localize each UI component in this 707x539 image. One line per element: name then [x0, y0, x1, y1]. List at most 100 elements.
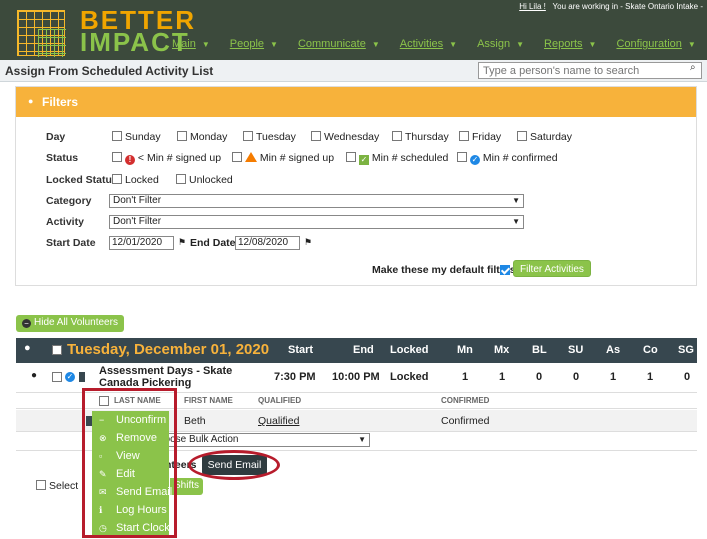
shift-co: 1 — [647, 371, 654, 383]
day-sunday[interactable]: Sunday — [112, 131, 161, 143]
chevron-down-icon: ▼ — [371, 40, 380, 49]
shift-end: 10:00 PM — [332, 371, 380, 383]
filters-title: Filters — [42, 95, 79, 109]
col-mx[interactable]: Mx — [494, 344, 509, 356]
filter-activities-button[interactable]: Filter Activities — [513, 260, 591, 277]
category-label: Category — [46, 195, 92, 207]
start-date-label: Start Date — [46, 237, 96, 249]
collapse-shift-icon[interactable]: ● — [31, 370, 37, 381]
nav-main[interactable]: Main ▼ — [172, 38, 210, 50]
nav-assign[interactable]: Assign ▼ — [477, 38, 524, 50]
hide-all-volunteers-button[interactable]: − Hide All Volunteers — [16, 315, 124, 332]
col-bl[interactable]: BL — [532, 344, 547, 356]
day-title: Tuesday, December 01, 2020 — [67, 341, 270, 358]
check-square-icon: ✓ — [359, 155, 369, 165]
day-friday[interactable]: Friday — [459, 131, 501, 143]
working-in-text: You are working in - Skate Ontario Intak… — [552, 2, 703, 11]
top-header: BETTER IMPACT Hi Lila ! You are working … — [0, 0, 707, 60]
logo-grid-icon — [17, 10, 66, 57]
col-sg[interactable]: SG — [678, 344, 694, 356]
bulk-action-select[interactable]: hoose Bulk Action ▼ — [155, 433, 370, 447]
nav-people[interactable]: People ▼ — [230, 38, 278, 50]
shift-mx: 1 — [499, 371, 506, 383]
col-locked[interactable]: Locked — [390, 344, 429, 356]
day-monday[interactable]: Monday — [177, 131, 227, 143]
shift-mn: 1 — [462, 371, 469, 383]
user-name-link[interactable]: Hi Lila ! — [519, 2, 546, 11]
nav-reports[interactable]: Reports ▼ — [544, 38, 596, 50]
end-date-input[interactable]: 12/08/2020 — [235, 236, 300, 250]
send-email-highlight — [188, 450, 280, 480]
volunteer-confirmed: Confirmed — [441, 415, 490, 427]
collapse-icon: ● — [28, 96, 34, 106]
main-nav: Main ▼ People ▼ Communicate ▼ Activities ▼ A… — [172, 38, 707, 50]
select-all[interactable]: Select — [36, 480, 78, 492]
menu-highlight-box — [82, 388, 177, 538]
day-select-checkbox[interactable] — [52, 345, 62, 355]
nav-activities[interactable]: Activities ▼ — [400, 38, 457, 50]
col-as[interactable]: As — [606, 344, 620, 356]
day-saturday[interactable]: Saturday — [517, 131, 572, 143]
category-select[interactable]: Don't Filter ▼ — [109, 194, 524, 208]
collapse-day-icon[interactable]: ● — [24, 342, 31, 354]
chevron-down-icon: ▼ — [449, 40, 458, 49]
calendar-flag-icon[interactable]: ⚑ — [304, 237, 312, 248]
status-min-scheduled[interactable]: ✓ Min # scheduled — [346, 152, 448, 165]
locked-checkbox[interactable]: Locked — [112, 174, 159, 186]
start-date-input[interactable]: 12/01/2020 — [109, 236, 174, 250]
nav-configuration[interactable]: Configuration ▼ — [616, 38, 695, 50]
chevron-down-icon: ▼ — [512, 217, 520, 226]
col-start[interactable]: Start — [288, 344, 313, 356]
nav-communicate[interactable]: Communicate ▼ — [298, 38, 380, 50]
chevron-down-icon: ▼ — [358, 435, 366, 444]
activity-select[interactable]: Don't Filter ▼ — [109, 215, 524, 229]
shift-sg: 0 — [684, 371, 691, 383]
col-confirmed[interactable]: CONFIRMED — [441, 396, 489, 405]
drag-handle-icon[interactable] — [79, 372, 85, 382]
chevron-down-icon: ▼ — [516, 40, 525, 49]
chevron-down-icon: ▼ — [588, 40, 597, 49]
chevron-down-icon: ▼ — [512, 196, 520, 205]
calendar-flag-icon[interactable]: ⚑ — [178, 237, 186, 248]
end-date-label: End Date — [190, 237, 236, 249]
shift-select-checkbox[interactable] — [52, 372, 62, 382]
shift-bl: 0 — [536, 371, 543, 383]
day-wednesday[interactable]: Wednesday — [311, 131, 379, 143]
locked-status-label: Locked Status — [46, 174, 118, 186]
check-circle-icon: ✓ — [65, 372, 75, 382]
status-min-signed[interactable]: Min # signed up — [232, 152, 334, 164]
check-circle-icon: ✓ — [470, 155, 480, 165]
warning-icon — [245, 152, 257, 162]
col-co[interactable]: Co — [643, 344, 658, 356]
col-mn[interactable]: Mn — [457, 344, 473, 356]
default-filters-label: Make these my default filters — [372, 264, 516, 276]
page-title: Assign From Scheduled Activity List — [5, 64, 214, 78]
default-filters-checkbox[interactable] — [500, 265, 510, 275]
person-search-input[interactable] — [478, 62, 702, 79]
status-below-min-signed[interactable]: ! < Min # signed up — [112, 152, 221, 165]
shift-as: 1 — [610, 371, 617, 383]
chevron-down-icon: ▼ — [201, 40, 210, 49]
day-thursday[interactable]: Thursday — [392, 131, 449, 143]
col-su[interactable]: SU — [568, 344, 583, 356]
chevron-down-icon: ▼ — [687, 40, 696, 49]
col-end[interactable]: End — [353, 344, 374, 356]
shift-locked: Locked — [390, 371, 429, 383]
minus-circle-icon: − — [22, 319, 31, 328]
volunteer-qualified-link[interactable]: Qualified — [258, 415, 299, 427]
alert-icon: ! — [125, 155, 135, 165]
user-info: Hi Lila ! You are working in - Skate Ont… — [519, 2, 703, 11]
volunteer-first-name: Beth — [184, 415, 206, 427]
shift-su: 0 — [573, 371, 580, 383]
title-bar: Assign From Scheduled Activity List — [0, 60, 707, 82]
col-qualified[interactable]: QUALIFIED — [258, 396, 301, 405]
shift-name: Assessment Days - Skate Canada Pickering — [99, 365, 233, 389]
filters-header[interactable]: ● Filters — [16, 87, 696, 117]
activity-label: Activity — [46, 216, 84, 228]
col-first-name[interactable]: FIRST NAME — [184, 396, 233, 405]
status-min-confirmed[interactable]: ✓ Min # confirmed — [457, 152, 558, 165]
search-icon[interactable]: ⌕ — [690, 62, 696, 73]
chevron-down-icon: ▼ — [270, 40, 278, 49]
unlocked-checkbox[interactable]: Unlocked — [176, 174, 233, 186]
day-tuesday[interactable]: Tuesday — [243, 131, 296, 143]
